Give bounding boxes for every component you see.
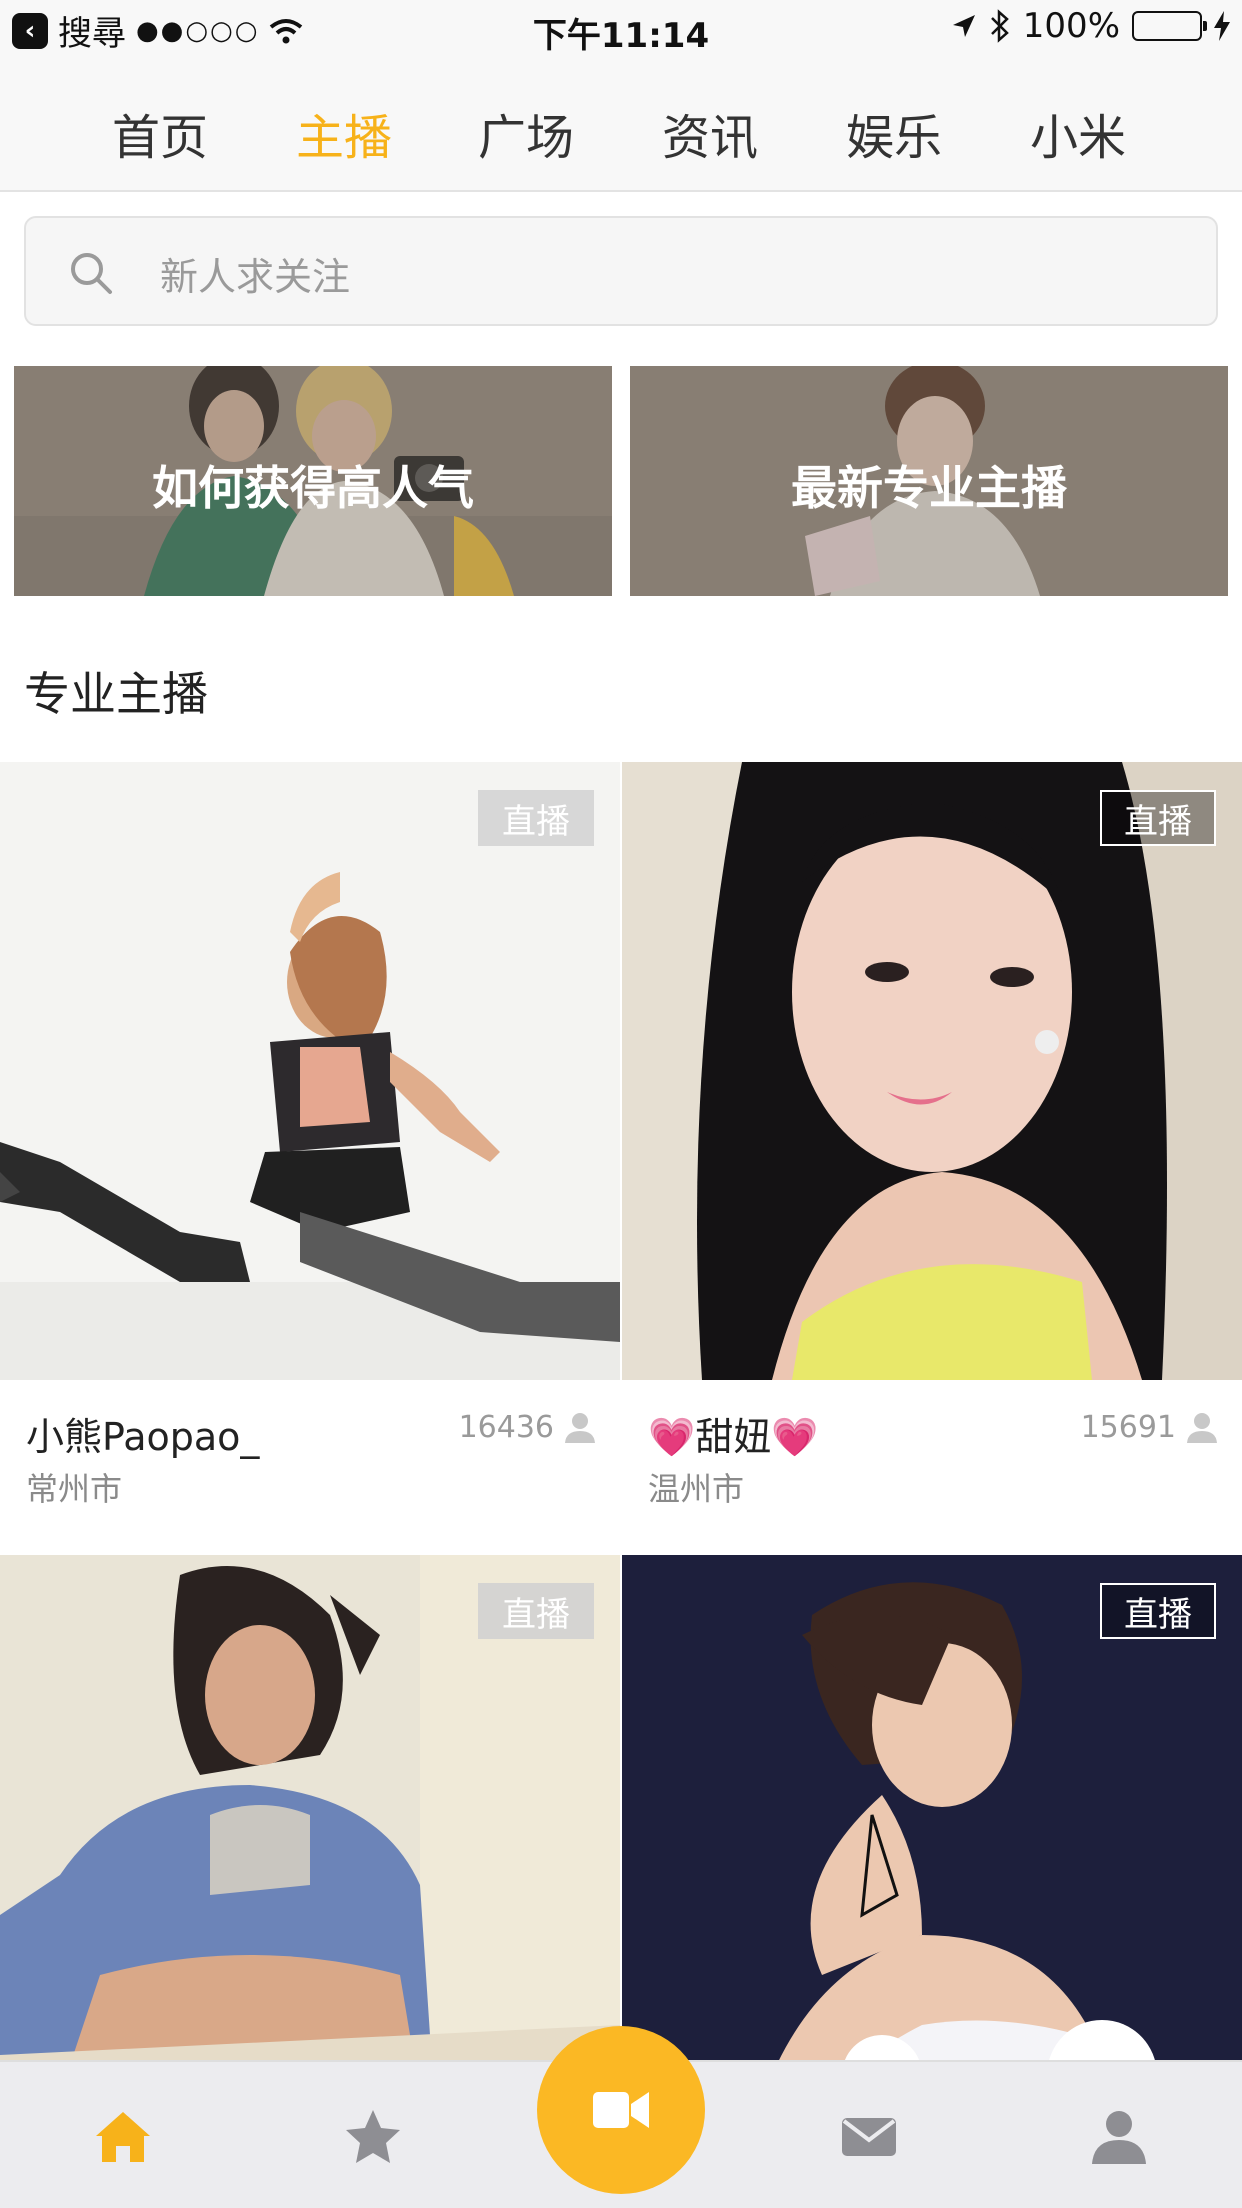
- search-input[interactable]: 新人求关注: [24, 216, 1218, 326]
- bluetooth-icon: [990, 9, 1009, 43]
- tab-news[interactable]: 资讯: [662, 98, 758, 168]
- tab-anchors[interactable]: 主播: [296, 98, 392, 168]
- section-title: 专业主播: [24, 667, 208, 721]
- status-bar: ‹ 搜尋 ●●○○○ 下午11:14 100%: [0, 0, 1242, 58]
- battery-percent: 100%: [1022, 6, 1120, 46]
- viewer-count: 16436: [458, 1410, 554, 1445]
- tab-entertainment[interactable]: 娱乐: [846, 98, 942, 168]
- anchor-info: 小熊Paopao_ 常州市 16436: [0, 1380, 620, 1540]
- banner-new-anchors[interactable]: 最新专业主播: [630, 366, 1228, 596]
- search-icon: [71, 253, 112, 294]
- home-icon[interactable]: [92, 2106, 154, 2168]
- status-right: 100%: [951, 6, 1230, 46]
- mail-icon[interactable]: [838, 2106, 900, 2168]
- banner-new-anchors-title: 最新专业主播: [791, 461, 1067, 515]
- star-icon[interactable]: [342, 2106, 404, 2168]
- anchor-city: 温州市: [648, 1470, 745, 1508]
- video-camera-icon: [593, 2092, 649, 2128]
- banner-popularity[interactable]: 如何获得高人气: [14, 366, 612, 596]
- anchor-photo[interactable]: 直播: [0, 762, 620, 1380]
- battery-icon: [1132, 11, 1207, 41]
- anchor-city: 常州市: [26, 1470, 123, 1508]
- app-screen: ‹ 搜尋 ●●○○○ 下午11:14 100% 首页 主播 广场 资讯 娱乐 小…: [0, 0, 1242, 2208]
- person-icon: [565, 1413, 595, 1443]
- anchor-name: 小熊Paopao_: [26, 1415, 260, 1459]
- person-icon: [1187, 1413, 1217, 1443]
- tab-plaza[interactable]: 广场: [478, 98, 574, 168]
- banner-popularity-title: 如何获得高人气: [152, 461, 474, 515]
- tab-home[interactable]: 首页: [112, 98, 208, 168]
- user-icon[interactable]: [1088, 2106, 1150, 2168]
- live-record-button[interactable]: [537, 2026, 705, 2194]
- live-badge: 直播: [1100, 1583, 1216, 1639]
- anchor-photo[interactable]: 直播: [622, 762, 1242, 1380]
- live-badge: 直播: [478, 1583, 594, 1639]
- live-badge: 直播: [1100, 790, 1216, 846]
- location-arrow-icon: [952, 15, 975, 37]
- anchor-info: 💗甜妞💗 温州市 15691: [622, 1380, 1242, 1540]
- search-placeholder: 新人求关注: [160, 255, 351, 299]
- anchor-name: 💗甜妞💗: [648, 1415, 819, 1459]
- tab-xiaomi[interactable]: 小米: [1030, 98, 1126, 168]
- viewer-count: 15691: [1080, 1410, 1176, 1445]
- charging-bolt-icon: [1214, 11, 1230, 41]
- category-tabs: 首页 主播 广场 资讯 娱乐 小米: [0, 58, 1242, 192]
- live-badge: 直播: [478, 790, 594, 846]
